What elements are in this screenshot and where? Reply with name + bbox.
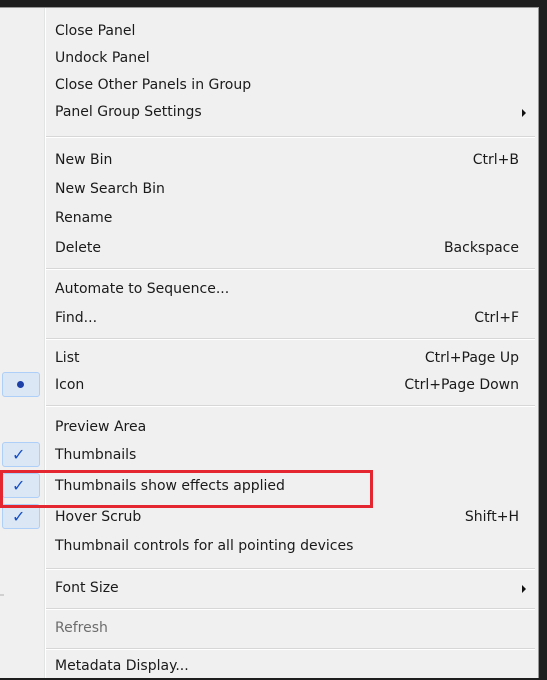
menu-item-shortcut: Ctrl+F xyxy=(474,310,519,326)
menu-separator xyxy=(46,136,535,138)
menu-item-list[interactable]: List Ctrl+Page Up xyxy=(0,345,538,372)
menu-item-label: Hover Scrub xyxy=(55,509,142,525)
menu-item-panel-group-settings[interactable]: Panel Group Settings xyxy=(0,99,538,126)
menu-item-new-bin[interactable]: New Bin Ctrl+B xyxy=(0,147,538,174)
menu-item-label: Thumbnail controls for all pointing devi… xyxy=(55,538,354,554)
menu-item-metadata-display[interactable]: Metadata Display... xyxy=(0,653,538,680)
checkmark-icon: ✓ xyxy=(12,507,26,526)
menu-item-shortcut: Shift+H xyxy=(464,509,519,525)
menu-item-label: Panel Group Settings xyxy=(55,104,202,120)
menu-item-label: Font Size xyxy=(55,580,119,596)
menu-item-label: New Bin xyxy=(55,152,113,168)
menu-separator xyxy=(46,648,535,650)
menu-item-refresh: Refresh xyxy=(0,615,538,642)
submenu-arrow-icon xyxy=(522,585,526,593)
menu-item-label: Undock Panel xyxy=(55,50,150,66)
menu-item-rename[interactable]: Rename xyxy=(0,205,538,232)
menu-item-thumbnail-controls[interactable]: Thumbnail controls for all pointing devi… xyxy=(0,533,538,560)
menu-item-label: Close Panel xyxy=(55,23,136,39)
context-menu: Close Panel Undock Panel Close Other Pan… xyxy=(0,7,539,678)
menu-item-label: Preview Area xyxy=(55,419,147,435)
menu-separator xyxy=(46,608,535,610)
menu-item-shortcut: Ctrl+Page Down xyxy=(404,377,519,393)
menu-item-preview-area[interactable]: Preview Area xyxy=(0,414,538,441)
check-box: ✓ xyxy=(2,442,40,467)
menu-separator xyxy=(46,568,535,570)
menu-item-label: Delete xyxy=(55,240,101,256)
menu-item-thumbnails[interactable]: ✓ Thumbnails xyxy=(0,442,538,469)
menu-item-automate-to-sequence[interactable]: Automate to Sequence... xyxy=(0,276,538,303)
menu-item-label: Refresh xyxy=(55,620,108,636)
menu-item-label: Close Other Panels in Group xyxy=(55,77,252,93)
menu-item-icon[interactable]: Icon Ctrl+Page Down xyxy=(0,372,538,399)
submenu-arrow-icon xyxy=(522,109,526,117)
menu-item-shortcut: Ctrl+Page Up xyxy=(424,350,519,366)
menu-item-label: Rename xyxy=(55,210,113,226)
annotation-highlight-box xyxy=(0,470,373,508)
menu-item-close-panel[interactable]: Close Panel xyxy=(0,18,538,45)
menu-item-font-size[interactable]: Font Size xyxy=(0,575,538,602)
menu-item-label: Automate to Sequence... xyxy=(55,281,230,297)
menu-item-label: Metadata Display... xyxy=(55,658,189,674)
menu-item-delete[interactable]: Delete Backspace xyxy=(0,235,538,262)
menu-item-label: Thumbnails xyxy=(55,447,137,463)
menu-item-shortcut: Backspace xyxy=(443,240,519,256)
menu-item-hover-scrub[interactable]: ✓ Hover Scrub Shift+H xyxy=(0,504,538,531)
radio-selected-box xyxy=(2,372,40,397)
menu-item-label: New Search Bin xyxy=(55,181,165,197)
menu-separator xyxy=(46,405,535,407)
menu-separator xyxy=(46,268,535,270)
radio-bullet-icon xyxy=(17,381,24,388)
menu-separator xyxy=(46,338,535,340)
menu-item-label: Find... xyxy=(55,310,98,326)
checkmark-icon: ✓ xyxy=(12,445,26,464)
menu-item-new-search-bin[interactable]: New Search Bin xyxy=(0,176,538,203)
menu-item-close-other-panels[interactable]: Close Other Panels in Group xyxy=(0,72,538,99)
menu-item-shortcut: Ctrl+B xyxy=(472,152,519,168)
menu-item-find[interactable]: Find... Ctrl+F xyxy=(0,305,538,332)
menu-item-label: Icon xyxy=(55,377,85,393)
background-edge-mark xyxy=(0,594,4,596)
menu-item-undock-panel[interactable]: Undock Panel xyxy=(0,45,538,72)
menu-item-label: List xyxy=(55,350,80,366)
